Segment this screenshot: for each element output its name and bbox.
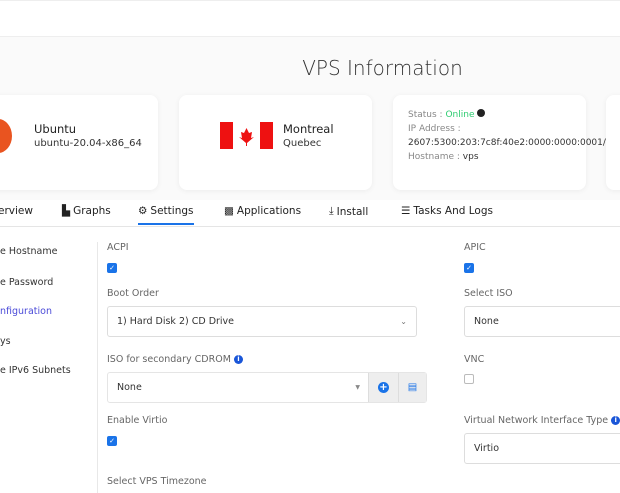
divider: [97, 242, 98, 493]
clock-icon[interactable]: [477, 109, 486, 117]
sidebar-item-configuration[interactable]: nfiguration: [0, 306, 52, 317]
select-iso-select[interactable]: None: [464, 306, 620, 337]
sidebar-item-ipv6-subnets[interactable]: e IPv6 Subnets: [0, 365, 71, 376]
os-card: Ubuntu ubuntu-20.04-x86_64: [0, 95, 158, 190]
vnc-checkbox[interactable]: [464, 374, 474, 384]
tab-tasks-and-logs[interactable]: ☰ Tasks And Logs: [401, 205, 493, 217]
tab-overview[interactable]: erview: [0, 205, 33, 217]
vnc-label: VNC: [464, 354, 485, 365]
hostname-value: vps: [462, 152, 479, 162]
ip-value: 2607:5300:203:7c8f:40e2:0000:0000:0001/8…: [408, 138, 618, 148]
virtio-label: Enable Virtio: [107, 415, 168, 426]
virtio-checkbox[interactable]: ✓: [107, 436, 117, 446]
info-icon[interactable]: i: [611, 416, 620, 425]
status-card: Status : Online IP Address : 2607:5300:2…: [393, 95, 617, 190]
sidebar-item-keys[interactable]: ys: [0, 336, 11, 347]
boot-order-select[interactable]: 1) Hard Disk 2) CD Drive ⌄: [107, 306, 417, 337]
chart-icon: ▙: [62, 205, 71, 217]
secondary-iso-select[interactable]: None ▼ + ▤: [107, 372, 427, 403]
top-bar: [0, 0, 620, 37]
ip-label: IP Address :: [408, 124, 461, 134]
gear-icon: ⚙: [138, 205, 148, 217]
location-region: Quebec: [283, 138, 322, 149]
nic-type-select[interactable]: Virtio: [464, 433, 620, 464]
info-icon[interactable]: i: [233, 355, 243, 364]
select-iso-label: Select ISO: [464, 288, 513, 299]
tab-graphs[interactable]: ▙ Graphs: [62, 205, 111, 217]
boot-order-label: Boot Order: [107, 288, 159, 299]
acpi-label: ACPI: [107, 242, 129, 253]
canada-flag-icon: [220, 122, 273, 149]
hostname-label: Hostname :: [408, 152, 460, 162]
add-iso-button[interactable]: +: [368, 373, 398, 402]
status-label: Status :: [408, 110, 443, 120]
sidebar-item-change-hostname[interactable]: e Hostname: [0, 246, 57, 257]
extra-card: [606, 95, 620, 190]
tab-install[interactable]: ⤓ Install: [329, 205, 368, 218]
tab-applications[interactable]: ▩ Applications: [224, 205, 301, 217]
plus-circle-icon: +: [378, 382, 389, 393]
settings-panel: e Hostname e Password nfiguration ys e I…: [0, 227, 620, 493]
apic-checkbox[interactable]: ✓: [464, 263, 474, 273]
list-iso-button[interactable]: ▤: [398, 373, 426, 402]
tab-settings[interactable]: ⚙ Settings: [138, 205, 194, 225]
os-version: ubuntu-20.04-x86_64: [34, 138, 142, 149]
apic-label: APIC: [464, 242, 486, 253]
location-card: Montreal Quebec: [179, 95, 372, 190]
boxes-icon: ▩: [224, 205, 234, 217]
tab-bar: erview ▙ Graphs ⚙ Settings ▩ Applications ⤓…: [0, 200, 620, 227]
secondary-iso-label: ISO for secondary CDROM i: [107, 354, 243, 365]
caret-down-icon: ▼: [355, 384, 360, 391]
os-name: Ubuntu: [34, 122, 77, 136]
tasks-icon: ☰: [401, 205, 411, 217]
chevron-down-icon: ⌄: [400, 317, 407, 326]
download-icon: ⤓: [329, 205, 334, 217]
nic-type-label: Virtual Network Interface Type i: [464, 415, 620, 426]
page-title: VPS Information: [302, 56, 463, 80]
sidebar-item-change-password[interactable]: e Password: [0, 277, 53, 288]
timezone-label: Select VPS Timezone: [107, 476, 207, 487]
acpi-checkbox[interactable]: ✓: [107, 263, 117, 273]
status-value: Online: [445, 110, 475, 120]
location-city: Montreal: [283, 122, 334, 136]
ubuntu-logo-icon: [0, 119, 12, 153]
list-icon: ▤: [407, 382, 418, 393]
